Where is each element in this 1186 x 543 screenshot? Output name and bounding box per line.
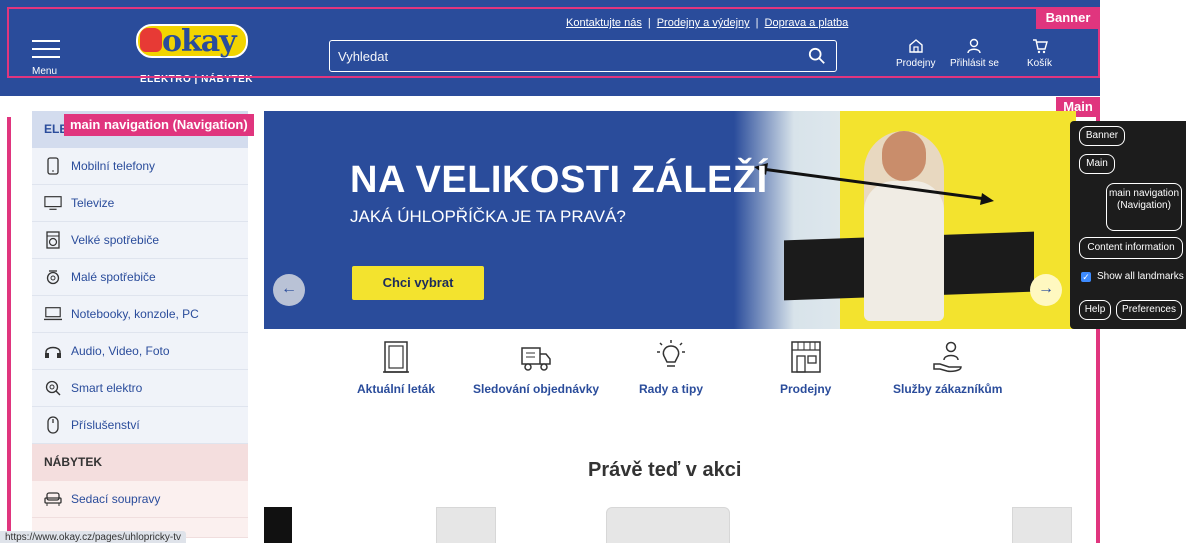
sidebar-item-smart[interactable]: Smart elektro: [32, 370, 248, 407]
show-all-label: Show all landmarks: [1097, 271, 1184, 282]
banner-landmark-tag: Banner: [1036, 7, 1100, 29]
sidebar-item-label: Příslušenství: [71, 418, 140, 432]
sidebar-item-label: Notebooky, konzole, PC: [71, 307, 199, 321]
navigation-landmark-tag: main navigation (Navigation): [64, 114, 254, 136]
landmark-contentinfo-button[interactable]: Content information: [1079, 237, 1183, 259]
sidebar-item-mobile[interactable]: Mobilní telefony: [32, 148, 248, 185]
washer-icon: [44, 231, 62, 249]
mouse-icon: [44, 416, 62, 434]
sidebar-item-notebooks[interactable]: Notebooky, konzole, PC: [32, 296, 248, 333]
carousel-next-button[interactable]: →: [1030, 274, 1062, 306]
quick-link-label: Rady a tipy: [639, 382, 704, 396]
laptop-icon: [44, 305, 62, 323]
hero-subtitle: JAKÁ ÚHLOPŘÍČKA JE TA PRAVÁ?: [350, 207, 626, 226]
delivery-truck-icon: [521, 347, 551, 371]
main-landmark-outline-left: [7, 117, 11, 543]
section-title-deals: Právě teď v akci: [588, 459, 742, 481]
quick-link-tips[interactable]: Rady a tipy: [639, 340, 703, 396]
quick-link-label: Služby zákazníkům: [893, 382, 1003, 396]
hero-title: NA VELIKOSTI ZÁLEŽÍ: [350, 159, 768, 201]
smart-icon: [44, 379, 62, 397]
quick-link-label: Prodejny: [780, 382, 832, 396]
carousel-prev-button[interactable]: ←: [273, 274, 305, 306]
sidebar-item-small-appliances[interactable]: Malé spotřebiče: [32, 259, 248, 296]
sidebar-item-tv[interactable]: Televize: [32, 185, 248, 222]
mixer-icon: [44, 268, 62, 286]
hero-person-image: [864, 131, 944, 321]
quick-link-customer-service[interactable]: Služby zákazníkům: [893, 340, 1002, 396]
hero-banner[interactable]: NA VELIKOSTI ZÁLEŽÍ JAKÁ ÚHLOPŘÍČKA JE T…: [264, 111, 1076, 329]
sidebar-section-furniture[interactable]: NÁBYTEK: [32, 444, 248, 481]
diagonal-arrow-icon: [754, 163, 994, 205]
sidebar-item-label: Televize: [71, 196, 115, 210]
sidebar-item-label: Audio, Video, Foto: [71, 344, 170, 358]
quick-link-stores[interactable]: Prodejny: [780, 340, 831, 396]
product-image[interactable]: [264, 507, 292, 543]
show-all-landmarks-checkbox[interactable]: ✓ Show all landmarks: [1081, 271, 1184, 282]
banner-landmark-outline: [7, 7, 1100, 78]
tv-icon: [44, 194, 62, 212]
customer-service-icon: [932, 341, 962, 373]
leaflet-icon: [383, 341, 410, 373]
storefront-icon: [790, 341, 821, 373]
quick-link-order-tracking[interactable]: Sledování objednávky: [473, 340, 599, 396]
quick-link-label: Sledování objednávky: [473, 382, 600, 396]
category-sidebar: ELE Mobilní telefony Televize Velké spot…: [32, 111, 254, 543]
product-image[interactable]: [606, 507, 730, 543]
checkbox-checked-icon: ✓: [1081, 271, 1091, 282]
sofa-icon: [44, 490, 62, 508]
headphones-icon: [44, 342, 62, 360]
page: Menu okay ELEKTRO | NÁBYTEK Kontaktujte …: [0, 0, 1186, 543]
sidebar-item-label: Mobilní telefony: [71, 159, 156, 173]
landmarks-panel: Banner Main main navigation (Navigation)…: [1070, 121, 1186, 329]
sidebar-item-label: Smart elektro: [71, 381, 143, 395]
landmark-banner-button[interactable]: Banner: [1079, 126, 1125, 146]
sidebar-item-audio-video[interactable]: Audio, Video, Foto: [32, 333, 248, 370]
sidebar-item-label: Sedací soupravy: [71, 492, 161, 506]
landmark-navigation-button[interactable]: main navigation (Navigation): [1106, 183, 1182, 231]
product-image[interactable]: [436, 507, 496, 543]
product-image[interactable]: [1012, 507, 1072, 543]
hero-cta-button[interactable]: Chci vybrat: [352, 266, 484, 300]
landmarks-preferences-button[interactable]: Preferences: [1116, 300, 1182, 320]
status-bar-url: https://www.okay.cz/pages/uhlopricky-tv: [0, 531, 186, 543]
sidebar-item-sofas[interactable]: Sedací soupravy: [32, 481, 248, 518]
landmarks-help-button[interactable]: Help: [1079, 300, 1111, 320]
quick-link-label: Aktuální leták: [357, 382, 436, 396]
lightbulb-icon: [657, 340, 686, 367]
quick-link-leaflet[interactable]: Aktuální leták: [357, 340, 435, 396]
sidebar-item-label: Malé spotřebiče: [71, 270, 156, 284]
sidebar-item-label: Velké spotřebiče: [71, 233, 160, 247]
sidebar-item-accessories[interactable]: Příslušenství: [32, 407, 248, 444]
landmark-main-button[interactable]: Main: [1079, 154, 1115, 174]
sidebar-item-large-appliances[interactable]: Velké spotřebiče: [32, 222, 248, 259]
phone-icon: [44, 157, 62, 175]
